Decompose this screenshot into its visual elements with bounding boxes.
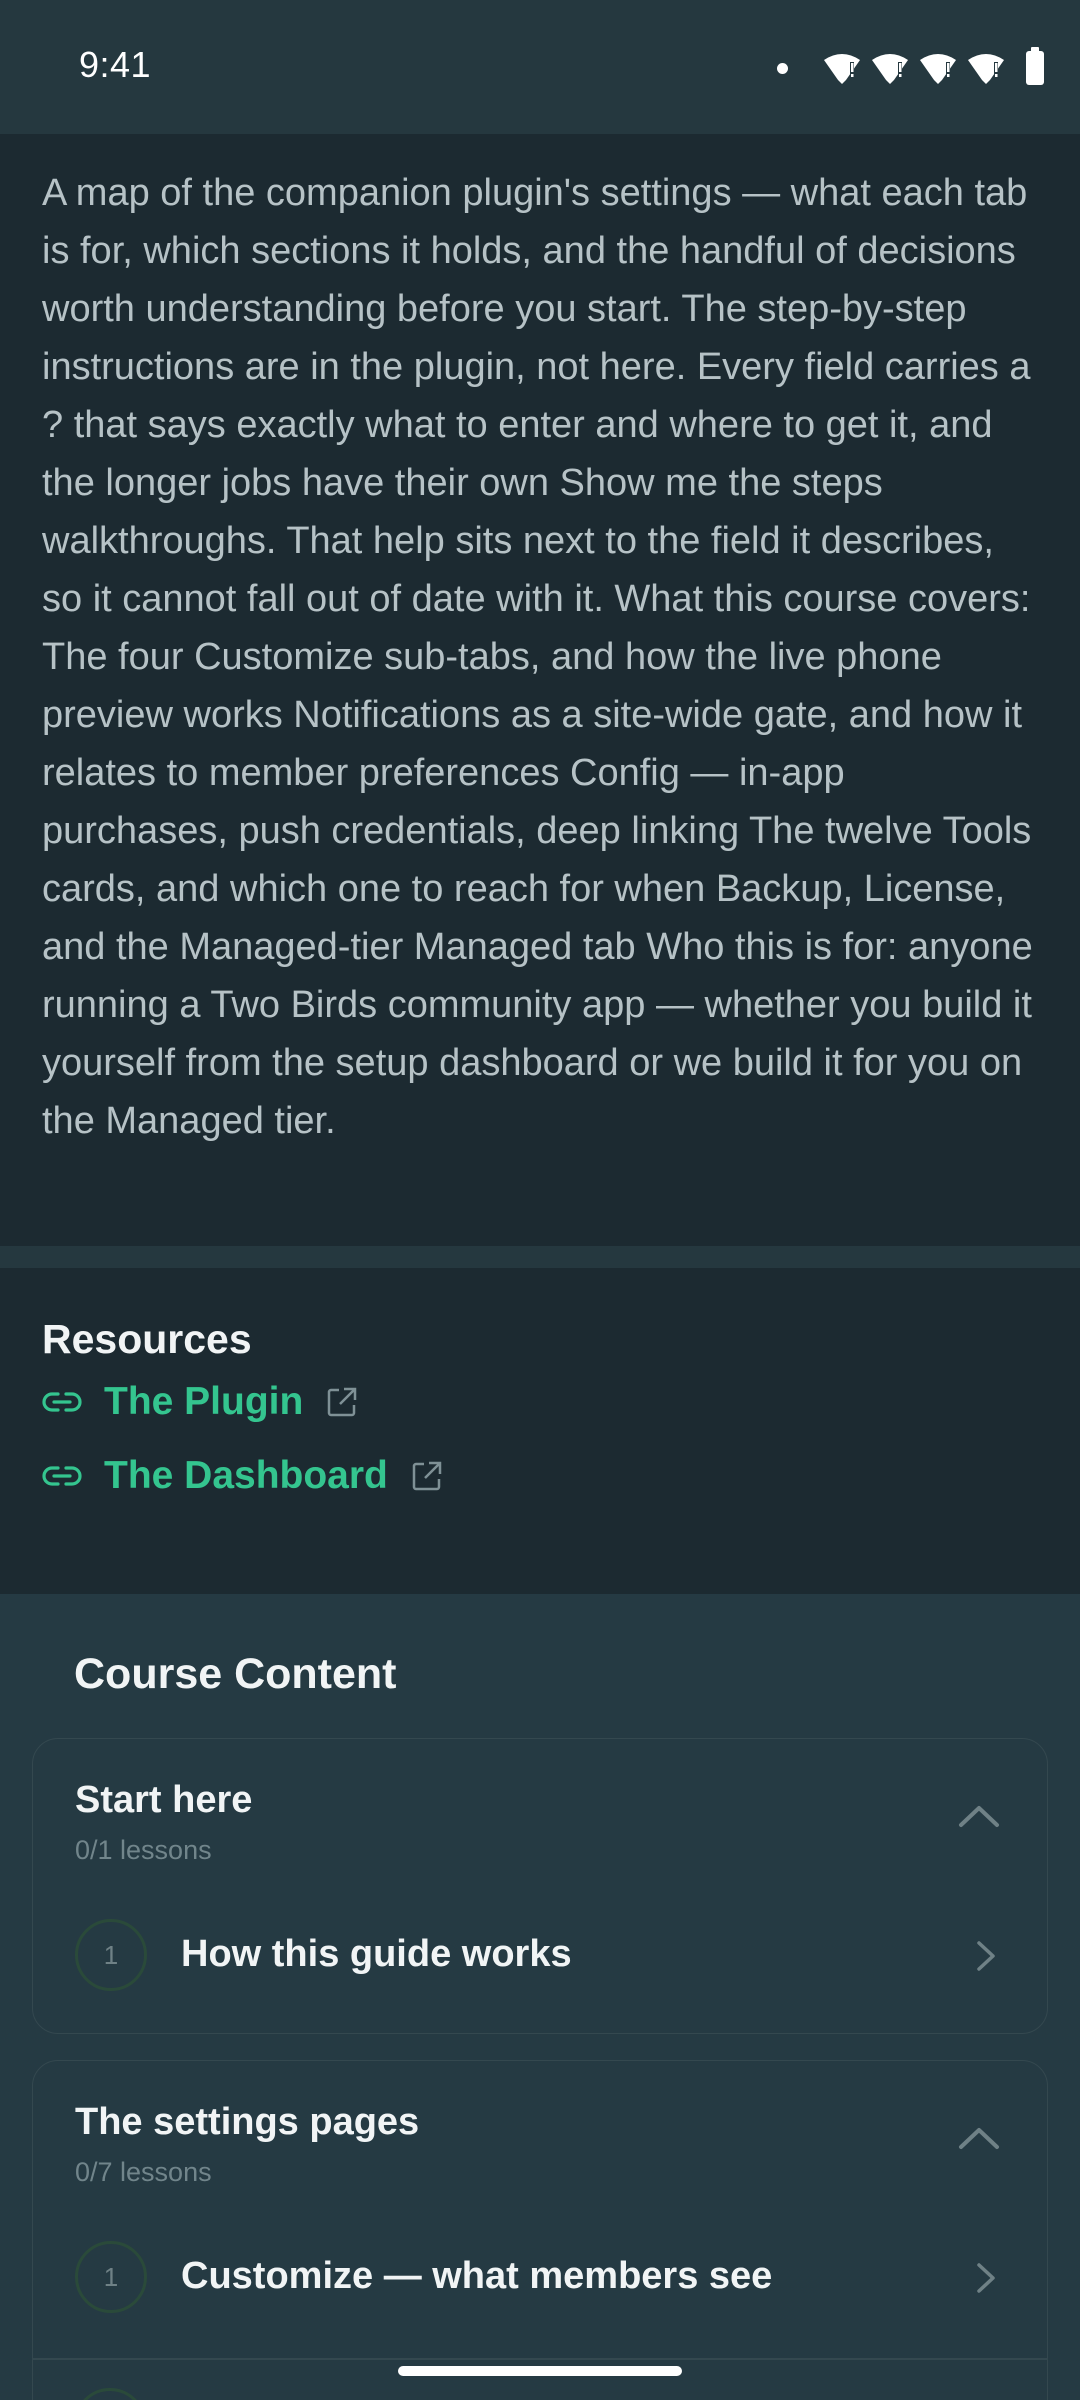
resource-link-label[interactable]: The Dashboard: [104, 1454, 388, 1498]
section-progress: 0/1 lessons: [75, 1835, 212, 1865]
resource-link-dashboard[interactable]: The Dashboard: [42, 1446, 444, 1506]
link-icon: [42, 1466, 82, 1486]
link-icon: [42, 1392, 82, 1412]
course-section-start-here: Start here 0/1 lessons 1 How this guide …: [32, 1738, 1048, 2034]
wifi-alert-icon: [872, 54, 908, 84]
course-section-settings-pages: The settings pages 0/7 lessons 1 Customi…: [32, 2060, 1048, 2400]
wifi-alert-icon: [824, 54, 860, 84]
section-header[interactable]: The settings pages 0/7 lessons: [33, 2061, 1049, 2201]
section-title: Start here: [75, 1779, 253, 1821]
lesson-row[interactable]: 1 Customize — what members see: [33, 2241, 1049, 2333]
resources-title: Resources: [42, 1316, 252, 1362]
status-icons: [777, 47, 1044, 88]
chevron-up-icon[interactable]: [957, 2125, 1001, 2151]
resource-link-label[interactable]: The Plugin: [104, 1380, 303, 1424]
external-link-icon: [328, 1387, 357, 1417]
section-title: The settings pages: [75, 2101, 420, 2143]
course-content-section: Course Content Start here 0/1 lessons 1 …: [0, 1594, 1080, 2400]
lesson-title: How this guide works: [181, 1933, 572, 1975]
wifi-alert-icon: [920, 54, 956, 84]
lesson-number: 1: [75, 2241, 147, 2313]
chevron-right-icon: [977, 2263, 995, 2293]
notification-dot-icon: [777, 62, 788, 74]
chevron-right-icon: [977, 1941, 995, 1971]
screen: 9:41 A map of the companion plugin's set…: [0, 0, 1080, 2400]
lesson-divider: [32, 2358, 1048, 2360]
section-header[interactable]: Start here 0/1 lessons: [33, 1739, 1049, 1879]
home-indicator[interactable]: [398, 2366, 682, 2376]
resource-link-plugin[interactable]: The Plugin: [42, 1372, 359, 1432]
course-description: A map of the companion plugin's settings…: [0, 134, 1080, 1246]
battery-icon: [1026, 47, 1044, 85]
section-divider: [0, 1246, 1080, 1268]
course-content-title: Course Content: [74, 1650, 397, 1698]
chevron-up-icon[interactable]: [957, 1803, 1001, 1829]
external-link-icon: [412, 1461, 442, 1491]
lesson-row[interactable]: 1 How this guide works: [33, 1919, 1049, 2011]
section-progress: 0/7 lessons: [75, 2157, 212, 2187]
lesson-title: Customize — what members see: [181, 2255, 773, 2297]
lesson-number: 1: [75, 1919, 147, 1991]
status-bar: 9:41: [0, 0, 1080, 134]
wifi-alert-icon: [968, 54, 1004, 84]
resources-section: Resources The Plugin The Dashboard: [0, 1268, 1080, 1594]
status-time: 9:41: [79, 44, 152, 85]
description-text: A map of the companion plugin's settings…: [42, 172, 1033, 1142]
